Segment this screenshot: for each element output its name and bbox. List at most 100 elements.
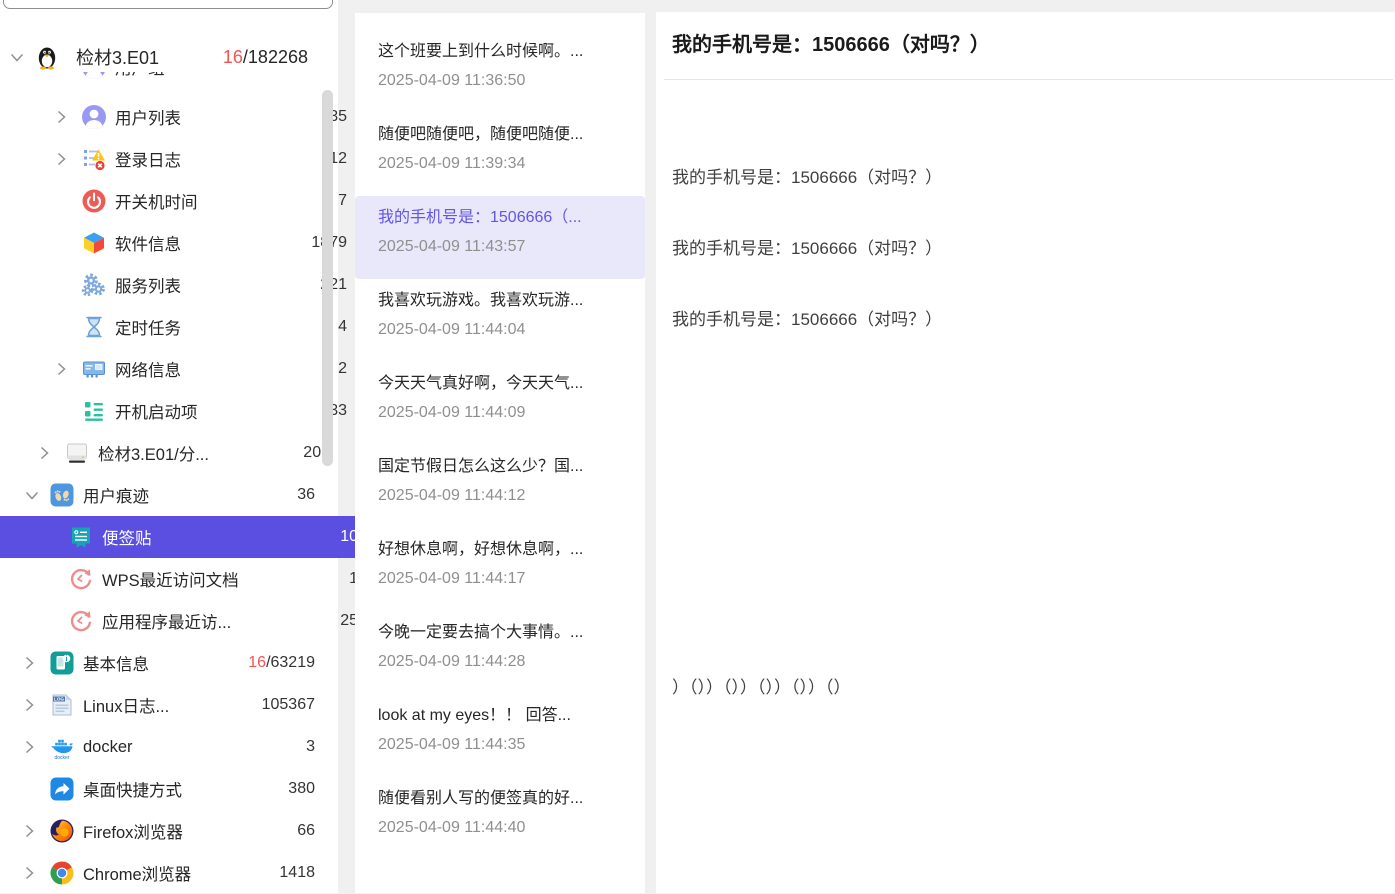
penguin-icon bbox=[34, 44, 60, 70]
disk-icon bbox=[64, 440, 90, 466]
note-item-timestamp: 2025-04-09 11:44:04 bbox=[378, 317, 635, 343]
log-file-icon: LOG bbox=[49, 692, 75, 718]
note-item-timestamp: 2025-04-09 11:44:17 bbox=[378, 566, 635, 592]
sidebar-root-count: 16/182268 bbox=[223, 47, 308, 68]
note-item-timestamp: 2025-04-09 11:43:57 bbox=[378, 234, 635, 260]
chevron-right-icon[interactable] bbox=[25, 698, 49, 712]
note-item-title: 这个班要上到什么时候啊。... bbox=[378, 38, 635, 66]
svg-text:docker: docker bbox=[54, 755, 69, 760]
note-list-item[interactable]: 随便看别人写的便签真的好...2025-04-09 11:44:40 bbox=[355, 777, 645, 860]
note-item-title: 我喜欢玩游戏。我喜欢玩游... bbox=[378, 287, 635, 315]
sidebar-item[interactable]: 检材3.E01/分...207 bbox=[0, 432, 362, 474]
chevron-right-icon[interactable] bbox=[57, 152, 81, 166]
sidebar-item-label: 检材3.E01/分... bbox=[98, 441, 209, 465]
note-list-panel: 这个班要上到什么时候啊。...2025-04-09 11:36:50随便吧随便吧… bbox=[355, 13, 645, 893]
chevron-right-icon[interactable] bbox=[25, 656, 49, 670]
note-item-title: 今晚一定要去搞个大事情。... bbox=[378, 619, 635, 647]
chevron-right-icon[interactable] bbox=[25, 866, 49, 880]
sidebar-item-label: 桌面快捷方式 bbox=[83, 777, 182, 801]
sidebar-item-label: 用户痕迹 bbox=[83, 483, 149, 507]
search-input[interactable] bbox=[3, 0, 333, 9]
sidebar-item-count: 2 bbox=[338, 360, 347, 378]
note-list-item[interactable]: 今晚一定要去搞个大事情。...2025-04-09 11:44:28 bbox=[355, 611, 645, 694]
chevron-right-icon[interactable] bbox=[40, 446, 64, 460]
cube-icon bbox=[81, 230, 107, 256]
note-list-item[interactable]: 这个班要上到什么时候啊。...2025-04-09 11:36:50 bbox=[355, 30, 645, 113]
sidebar-item-count: 7 bbox=[338, 192, 347, 210]
detail-divider bbox=[664, 79, 1393, 80]
chevron-right-icon[interactable] bbox=[25, 740, 49, 754]
note-list-item[interactable]: look at my eyes！！ 回答...2025-04-09 11:44:… bbox=[355, 694, 645, 777]
sidebar-item-label: 网络信息 bbox=[115, 357, 181, 381]
sidebar-item-label: 开机启动项 bbox=[115, 399, 198, 423]
sidebar-item[interactable]: dockerdocker3 bbox=[0, 726, 347, 768]
note-list-item[interactable]: 好想休息啊，好想休息啊，...2025-04-09 11:44:17 bbox=[355, 528, 645, 611]
sidebar-item-label: 服务列表 bbox=[115, 273, 181, 297]
note-list-item[interactable]: 今天天气真好啊，今天天气...2025-04-09 11:44:09 bbox=[355, 362, 645, 445]
chevron-down-icon[interactable] bbox=[25, 491, 49, 500]
note-list-item[interactable]: 我的手机号是：1506666（...2025-04-09 11:43:57 bbox=[355, 196, 645, 279]
sidebar-scrollbar-thumb[interactable] bbox=[322, 90, 333, 466]
sidebar: 检材3.E01 16/182268 用户组44 用户列表35登录日志12开关机时… bbox=[0, 0, 338, 893]
basic-info-icon: i bbox=[49, 650, 75, 676]
user-circle-icon bbox=[81, 72, 107, 80]
sidebar-item[interactable]: i基本信息16/63219 bbox=[0, 642, 347, 684]
note-list-item[interactable]: 随便吧随便吧，随便吧随便...2025-04-09 11:39:34 bbox=[355, 113, 645, 196]
history-icon bbox=[68, 566, 94, 592]
sidebar-tree: 用户列表35登录日志12开关机时间7软件信息1879服务列表221定时任务4网络… bbox=[0, 96, 338, 894]
note-item-timestamp: 2025-04-09 11:44:28 bbox=[378, 649, 635, 675]
sidebar-item-count: 66 bbox=[297, 822, 315, 840]
sidebar-item-label: 登录日志 bbox=[115, 147, 181, 171]
svg-text:i: i bbox=[66, 656, 68, 663]
gears-icon bbox=[81, 272, 107, 298]
sidebar-item-label: 定时任务 bbox=[115, 315, 181, 339]
sidebar-item[interactable]: 用户痕迹36 bbox=[0, 474, 347, 516]
user-circle-icon bbox=[81, 104, 107, 130]
note-detail-body: 我的手机号是：1506666（对吗？）我的手机号是：1506666（对吗？）我的… bbox=[672, 164, 1379, 377]
note-detail-body-line: 我的手机号是：1506666（对吗？） bbox=[672, 164, 1379, 192]
sidebar-item-count: 380 bbox=[288, 780, 315, 798]
login-log-icon bbox=[81, 146, 107, 172]
note-list-item[interactable]: 我喜欢玩游戏。我喜欢玩游...2025-04-09 11:44:04 bbox=[355, 279, 645, 362]
sidebar-item[interactable]: 便签贴10 bbox=[0, 516, 390, 558]
clipped-tree-row: 用户组44 bbox=[0, 72, 322, 82]
sidebar-item-label: 应用程序最近访... bbox=[102, 609, 231, 633]
sidebar-item[interactable]: WPS最近访问文档1 bbox=[0, 558, 390, 600]
chevron-right-icon[interactable] bbox=[57, 362, 81, 376]
sidebar-root-label: 检材3.E01 bbox=[76, 44, 159, 70]
history-icon bbox=[68, 608, 94, 634]
note-list: 这个班要上到什么时候啊。...2025-04-09 11:36:50随便吧随便吧… bbox=[355, 13, 645, 860]
sidebar-item-label: Firefox浏览器 bbox=[83, 819, 183, 843]
note-item-title: 我的手机号是：1506666（... bbox=[378, 204, 635, 232]
note-item-timestamp: 2025-04-09 11:39:34 bbox=[378, 151, 635, 177]
note-detail-footer-line: ）（））（））（））（））（） bbox=[672, 674, 851, 702]
sidebar-item[interactable]: 应用程序最近访...25 bbox=[0, 600, 390, 642]
note-icon bbox=[68, 524, 94, 550]
sidebar-root-item[interactable]: 检材3.E01 16/182268 bbox=[0, 40, 338, 74]
sidebar-item-count: 105367 bbox=[262, 696, 315, 714]
chevron-down-icon[interactable] bbox=[0, 53, 34, 62]
sidebar-item[interactable]: LOGLinux日志...105367 bbox=[0, 684, 347, 726]
note-detail-panel: 我的手机号是：1506666（对吗？） 我的手机号是：1506666（对吗？）我… bbox=[656, 12, 1395, 893]
sidebar-item[interactable]: Firefox浏览器 66 bbox=[0, 810, 347, 852]
sidebar-item-count: 4 bbox=[338, 318, 347, 336]
hourglass-icon bbox=[81, 314, 107, 340]
note-item-title: 随便吧随便吧，随便吧随便... bbox=[378, 121, 635, 149]
chevron-right-icon[interactable] bbox=[25, 824, 49, 838]
note-item-timestamp: 2025-04-09 11:36:50 bbox=[378, 68, 635, 94]
docker-icon: docker bbox=[49, 734, 75, 760]
note-detail-body-line: 我的手机号是：1506666（对吗？） bbox=[672, 306, 1379, 334]
sidebar-item-label: 开关机时间 bbox=[115, 189, 198, 213]
footprints-icon bbox=[49, 482, 75, 508]
sidebar-item-count: 16/63219 bbox=[248, 654, 315, 672]
note-item-title: 随便看别人写的便签真的好... bbox=[378, 785, 635, 813]
sidebar-item[interactable]: 桌面快捷方式 380 bbox=[0, 768, 347, 810]
note-item-title: 今天天气真好啊，今天天气... bbox=[378, 370, 635, 398]
sidebar-item[interactable]: 用户组44 bbox=[0, 72, 322, 82]
note-item-title: 好想休息啊，好想休息啊，... bbox=[378, 536, 635, 564]
network-icon bbox=[81, 356, 107, 382]
sidebar-item[interactable]: Chrome浏览器1418 bbox=[0, 852, 347, 894]
app-window: { "accents": { "selected_row_bg": "#5a4f… bbox=[0, 0, 1395, 893]
chevron-right-icon[interactable] bbox=[57, 110, 81, 124]
note-list-item[interactable]: 国定节假日怎么这么少？国...2025-04-09 11:44:12 bbox=[355, 445, 645, 528]
